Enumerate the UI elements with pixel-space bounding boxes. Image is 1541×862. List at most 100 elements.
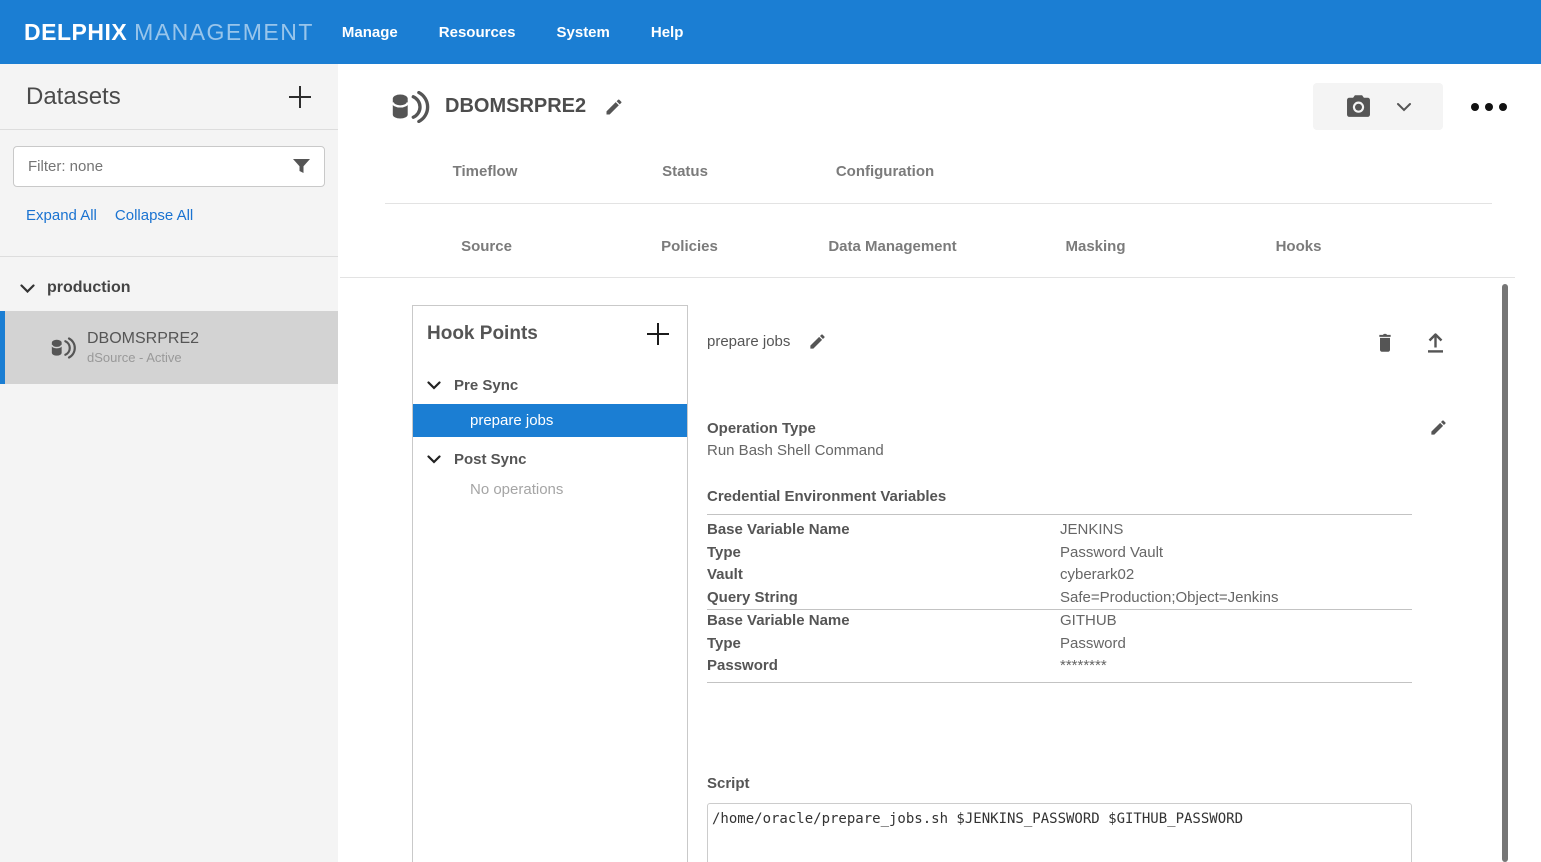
sidebar-title: Datasets <box>26 83 286 111</box>
brand-secondary: MANAGEMENT <box>134 19 314 45</box>
main-content: DBOMSRPRE2 <box>338 64 1541 862</box>
brand-primary: DELPHIX <box>24 19 127 45</box>
script-section-title: Script <box>707 775 1448 792</box>
hook-detail-header: prepare jobs <box>707 305 1448 354</box>
brand-logo: DELPHIX MANAGEMENT <box>24 19 314 46</box>
edit-hook-name-pencil-icon[interactable] <box>808 332 827 351</box>
chevron-down-icon[interactable] <box>427 455 441 464</box>
credentials-table: Base Variable Name JENKINS Type Password… <box>707 514 1412 683</box>
snapshot-button[interactable] <box>1313 83 1443 130</box>
sidebar-group-label: production <box>47 279 131 297</box>
datasets-sidebar: Datasets Filter: none Expand All Collaps… <box>0 64 338 862</box>
camera-icon <box>1345 94 1372 119</box>
subtab-hooks[interactable]: Hooks <box>1197 232 1400 262</box>
hook-points-panel: Hook Points Pre Sync prepare jobs Post S… <box>412 305 688 862</box>
credential-label: Type <box>707 542 1060 565</box>
collapse-all-link[interactable]: Collapse All <box>115 207 193 224</box>
page-header: DBOMSRPRE2 <box>390 83 1525 130</box>
hook-name: prepare jobs <box>707 333 790 350</box>
subtab-data-management[interactable]: Data Management <box>791 232 994 262</box>
credential-label: Vault <box>707 564 1060 587</box>
tab-status[interactable]: Status <box>585 157 785 187</box>
nav-item-manage[interactable]: Manage <box>342 24 398 41</box>
operation-type-section: Operation Type Run Bash Shell Command <box>707 418 1448 462</box>
top-nav-bar: DELPHIX MANAGEMENT Manage Resources Syst… <box>0 0 1541 64</box>
nav-item-resources[interactable]: Resources <box>439 24 516 41</box>
hook-group-label: Pre Sync <box>454 377 518 394</box>
credential-label: Base Variable Name <box>707 610 1060 633</box>
credential-value: GITHUB <box>1060 610 1117 633</box>
tab-configuration[interactable]: Configuration <box>785 157 985 187</box>
nav-item-help[interactable]: Help <box>651 24 684 41</box>
sidebar-header: Datasets <box>0 64 338 130</box>
credential-value: JENKINS <box>1060 519 1123 542</box>
add-dataset-button[interactable] <box>286 83 314 111</box>
credential-label: Query String <box>707 587 1060 610</box>
credential-row: Type Password <box>707 633 1412 656</box>
chevron-down-icon[interactable] <box>20 284 35 293</box>
hook-group-label: Post Sync <box>454 451 527 468</box>
credential-value: Password <box>1060 633 1126 656</box>
sidebar-group-production[interactable]: production <box>0 257 338 297</box>
dot <box>1485 103 1493 111</box>
credential-row: Type Password Vault <box>707 542 1412 565</box>
more-actions-button[interactable] <box>1471 103 1507 111</box>
sidebar-dataset-name: DBOMSRPRE2 <box>87 330 199 348</box>
chevron-down-icon[interactable] <box>427 381 441 390</box>
dsource-icon <box>50 337 77 359</box>
expand-all-link[interactable]: Expand All <box>26 207 97 224</box>
hook-points-header: Hook Points <box>413 306 687 347</box>
dot <box>1471 103 1479 111</box>
credential-value: cyberark02 <box>1060 564 1134 587</box>
nav-menu: Manage Resources System Help <box>342 24 683 41</box>
credential-value: Safe=Production;Object=Jenkins <box>1060 587 1278 610</box>
credential-label: Password <box>707 655 1060 678</box>
operation-type-value: Run Bash Shell Command <box>707 440 1429 462</box>
credential-label: Base Variable Name <box>707 519 1060 542</box>
filter-funnel-icon[interactable] <box>293 159 310 174</box>
hook-points-title: Hook Points <box>427 323 645 345</box>
delphix-management-app: DELPHIX MANAGEMENT Manage Resources Syst… <box>0 0 1541 862</box>
credential-row: Password ******** <box>707 655 1412 678</box>
sidebar-dataset-status: dSource - Active <box>87 350 199 365</box>
credential-row: Base Variable Name GITHUB <box>707 609 1412 633</box>
filter-input[interactable]: Filter: none <box>13 146 325 187</box>
export-hook-upload-icon[interactable] <box>1423 329 1448 354</box>
script-textarea[interactable]: /home/oracle/prepare_jobs.sh $JENKINS_PA… <box>707 803 1412 862</box>
credential-row: Query String Safe=Production;Object=Jenk… <box>707 587 1412 610</box>
tab-timeflow[interactable]: Timeflow <box>385 157 585 187</box>
filter-input-value: Filter: none <box>28 158 293 175</box>
hook-group-post-sync[interactable]: Post Sync <box>413 437 687 468</box>
edit-operation-pencil-icon[interactable] <box>1429 418 1448 437</box>
hook-item-prepare-jobs-selected[interactable]: prepare jobs <box>413 404 687 437</box>
subtab-policies[interactable]: Policies <box>588 232 791 262</box>
credentials-section-title: Credential Environment Variables <box>707 488 1448 505</box>
operation-type-label: Operation Type <box>707 418 1429 440</box>
subtab-masking[interactable]: Masking <box>994 232 1197 262</box>
subtab-source[interactable]: Source <box>385 232 588 262</box>
vertical-scrollbar[interactable] <box>1502 284 1508 862</box>
hook-detail-panel: prepare jobs <box>707 305 1448 862</box>
hook-group-pre-sync[interactable]: Pre Sync <box>413 347 687 394</box>
dot <box>1499 103 1507 111</box>
sidebar-item-dbomsrpre2-selected[interactable]: DBOMSRPRE2 dSource - Active <box>0 311 338 384</box>
tabs-divider <box>385 203 1492 204</box>
configuration-subtabs: Source Policies Data Management Masking … <box>385 232 1400 262</box>
credential-value: ******** <box>1060 655 1107 678</box>
credential-value: Password Vault <box>1060 542 1163 565</box>
credential-label: Type <box>707 633 1060 656</box>
sidebar-item-text: DBOMSRPRE2 dSource - Active <box>87 330 199 365</box>
subtabs-divider <box>340 277 1515 278</box>
page-title: DBOMSRPRE2 <box>445 95 586 118</box>
credential-row: Vault cyberark02 <box>707 564 1412 587</box>
edit-title-pencil-icon[interactable] <box>604 97 624 117</box>
add-hook-button[interactable] <box>645 321 671 347</box>
operation-type-block: Operation Type Run Bash Shell Command <box>707 418 1429 462</box>
primary-tabs: Timeflow Status Configuration <box>385 157 985 187</box>
hook-group-empty-message: No operations <box>413 468 687 498</box>
delete-hook-trash-icon[interactable] <box>1375 330 1395 354</box>
snapshot-dropdown-chevron-icon[interactable] <box>1396 102 1412 112</box>
hook-actions <box>1375 329 1448 354</box>
nav-item-system[interactable]: System <box>557 24 610 41</box>
tree-controls: Expand All Collapse All <box>0 207 338 257</box>
